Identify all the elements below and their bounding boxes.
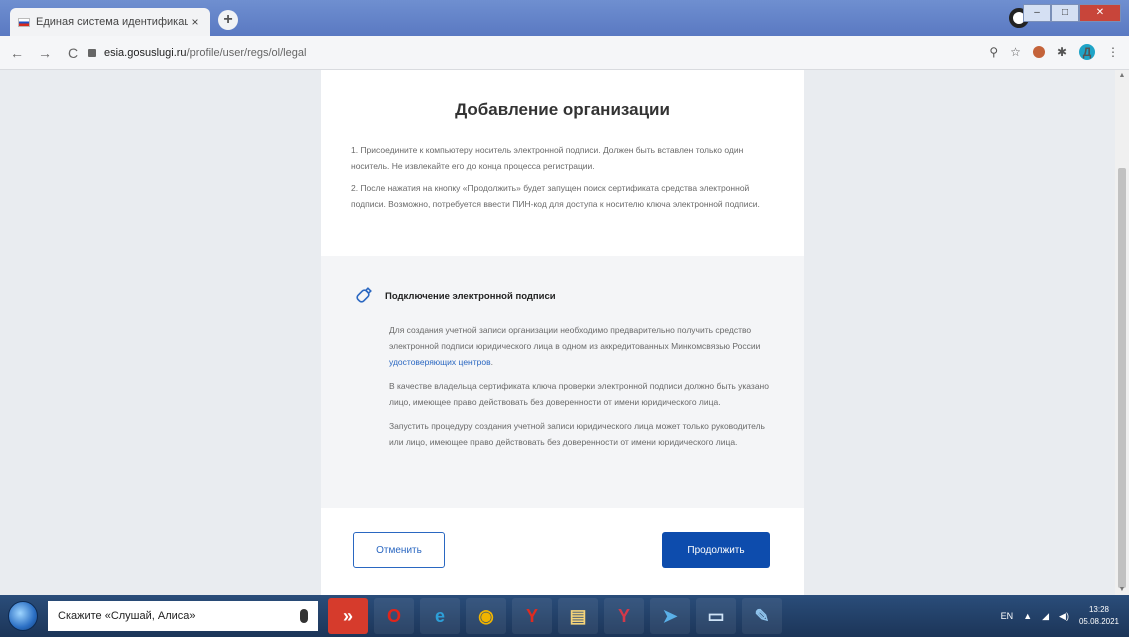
menu-kebab-icon[interactable]: ⋮ xyxy=(1107,45,1119,59)
window-controls: – □ ✕ xyxy=(1023,4,1121,22)
forward-icon[interactable]: → xyxy=(34,45,56,61)
extension-icon[interactable] xyxy=(1032,46,1045,58)
toolbar-icons: ⚲ ☆ ✱ Д ⋮ xyxy=(989,44,1119,60)
tray-expand-icon[interactable]: ▲ xyxy=(1023,611,1032,621)
system-tray: EN ▲ ◢ ◀) 13:28 05.08.2021 xyxy=(1001,595,1119,637)
language-indicator[interactable]: EN xyxy=(1001,611,1014,621)
tab-close-icon[interactable]: × xyxy=(188,15,202,29)
scrollbar-thumb[interactable] xyxy=(1118,168,1126,588)
app-paint-icon[interactable]: ✎ xyxy=(742,598,782,634)
app-explorer-icon[interactable]: ▤ xyxy=(558,598,598,634)
windows-taskbar: Скажите «Слушай, Алиса» » O e ◉ Y ▤ Y ➤ … xyxy=(0,595,1129,637)
step-1: 1. Присоедините к компьютеру носитель эл… xyxy=(351,145,744,171)
microphone-icon[interactable] xyxy=(300,609,308,623)
scroll-down-icon[interactable]: ▼ xyxy=(1118,586,1126,593)
browser-titlebar: Единая система идентификац × + – □ ✕ xyxy=(0,0,1129,36)
favicon-icon xyxy=(18,17,30,27)
certification-centers-link[interactable]: удостоверяющих центров xyxy=(389,357,491,367)
app-window-icon[interactable]: ▭ xyxy=(696,598,736,634)
usb-token-icon xyxy=(356,287,372,303)
zoom-icon[interactable]: ⚲ xyxy=(989,45,998,59)
page-viewport: Добавление организации 1. Присоедините к… xyxy=(0,70,1129,595)
instructions-section: Добавление организации 1. Присоедините к… xyxy=(321,70,804,256)
app-anydesk-icon[interactable]: » xyxy=(328,598,368,634)
app-yandex-icon[interactable]: Y xyxy=(512,598,552,634)
reload-icon[interactable]: C xyxy=(62,45,84,61)
info-title: Подключение электронной подписи xyxy=(385,290,556,302)
maximize-button[interactable]: □ xyxy=(1051,4,1079,22)
info-paragraph-1: Для создания учетной записи организации … xyxy=(389,322,774,370)
signature-info-panel: Подключение электронной подписи Для созд… xyxy=(321,256,804,508)
volume-icon[interactable]: ◀) xyxy=(1059,611,1069,622)
info-paragraph-3: Запустить процедуру создания учетной зап… xyxy=(389,421,765,447)
info-paragraph-2: В качестве владельца сертификата ключа п… xyxy=(389,381,769,407)
info-header: Подключение электронной подписи xyxy=(351,284,774,308)
page-title: Добавление организации xyxy=(455,100,670,119)
continue-button[interactable]: Продолжить xyxy=(662,532,770,568)
registration-card: Добавление организации 1. Присоедините к… xyxy=(321,70,804,595)
taskbar-search-text: Скажите «Слушай, Алиса» xyxy=(58,610,196,622)
scroll-up-icon[interactable]: ▲ xyxy=(1118,72,1126,79)
app-opera-icon[interactable]: O xyxy=(374,598,414,634)
browser-toolbar: ← → C esia.gosuslugi.ru /profile/user/re… xyxy=(0,36,1129,70)
profile-avatar[interactable]: Д xyxy=(1079,44,1095,60)
info-paragraph-1-text: Для создания учетной записи организации … xyxy=(389,325,761,351)
browser-tab[interactable]: Единая система идентификац × xyxy=(10,8,210,36)
bookmark-star-icon[interactable]: ☆ xyxy=(1010,45,1021,59)
url-path: /profile/user/regs/ol/legal xyxy=(186,47,307,59)
taskbar-apps: » O e ◉ Y ▤ Y ➤ ▭ ✎ xyxy=(328,598,782,634)
network-icon[interactable]: ◢ xyxy=(1042,611,1049,622)
info-paragraph-1-end: . xyxy=(490,357,493,367)
close-window-button[interactable]: ✕ xyxy=(1079,4,1121,22)
form-actions: Отменить Продолжить xyxy=(321,508,804,595)
step-2: 2. После нажатия на кнопку «Продолжить» … xyxy=(351,183,760,209)
extensions-puzzle-icon[interactable]: ✱ xyxy=(1057,45,1067,59)
taskbar-search[interactable]: Скажите «Слушай, Алиса» xyxy=(48,601,318,631)
lock-icon xyxy=(88,49,96,57)
app-ie-icon[interactable]: e xyxy=(420,598,460,634)
url-host: esia.gosuslugi.ru xyxy=(104,47,187,59)
clock-time: 13:28 xyxy=(1088,605,1109,614)
start-button[interactable] xyxy=(8,601,38,631)
tab-title: Единая система идентификац xyxy=(36,16,188,28)
cancel-button[interactable]: Отменить xyxy=(353,532,445,568)
clock[interactable]: 13:28 05.08.2021 xyxy=(1079,604,1119,628)
new-tab-button[interactable]: + xyxy=(218,10,238,30)
clock-date: 05.08.2021 xyxy=(1078,617,1119,626)
app-yandex-browser-icon[interactable]: Y xyxy=(604,598,644,634)
page-scrollbar[interactable]: ▲ ▼ xyxy=(1115,70,1129,595)
minimize-button[interactable]: – xyxy=(1023,4,1051,22)
back-icon[interactable]: ← xyxy=(6,45,28,61)
app-chrome-icon[interactable]: ◉ xyxy=(466,598,506,634)
address-bar[interactable]: esia.gosuslugi.ru /profile/user/regs/ol/… xyxy=(88,42,948,64)
app-telegram-icon[interactable]: ➤ xyxy=(650,598,690,634)
